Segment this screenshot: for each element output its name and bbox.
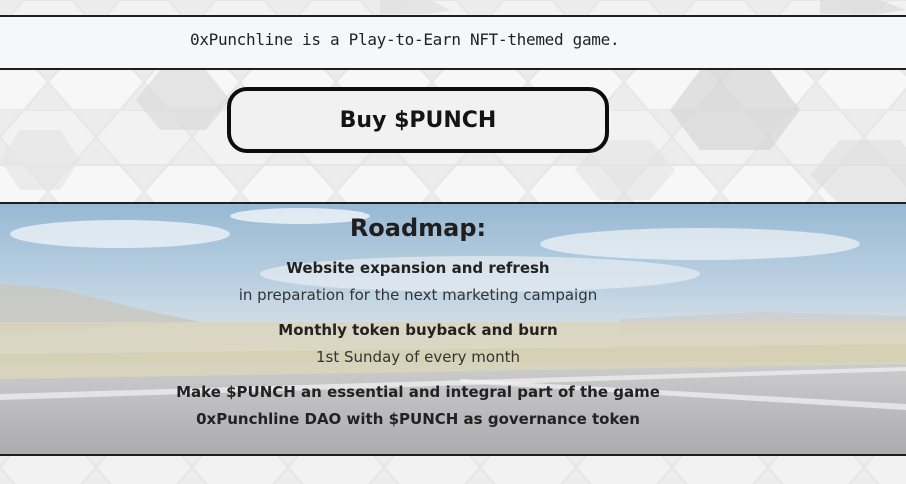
roadmap-item-1-detail: in preparation for the next marketing ca… xyxy=(238,286,598,304)
roadmap-section: Roadmap: Website expansion and refresh i… xyxy=(0,202,906,456)
roadmap-title: Roadmap: xyxy=(349,214,487,242)
roadmap-item-3-heading: Make $PUNCH an essential and integral pa… xyxy=(176,383,660,401)
roadmap-item-2-heading: Monthly token buyback and burn xyxy=(278,321,558,339)
roadmap-item-2-detail: 1st Sunday of every month xyxy=(316,348,520,366)
tagline-banner: 0xPunchline is a Play-to-Earn NFT-themed… xyxy=(0,15,906,70)
roadmap-item-4-heading: 0xPunchline DAO with $PUNCH as governanc… xyxy=(196,410,640,428)
buy-punch-button[interactable]: Buy $PUNCH xyxy=(227,87,609,153)
tagline-text: 0xPunchline is a Play-to-Earn NFT-themed… xyxy=(190,30,620,49)
roadmap-item-1-heading: Website expansion and refresh xyxy=(286,259,550,277)
